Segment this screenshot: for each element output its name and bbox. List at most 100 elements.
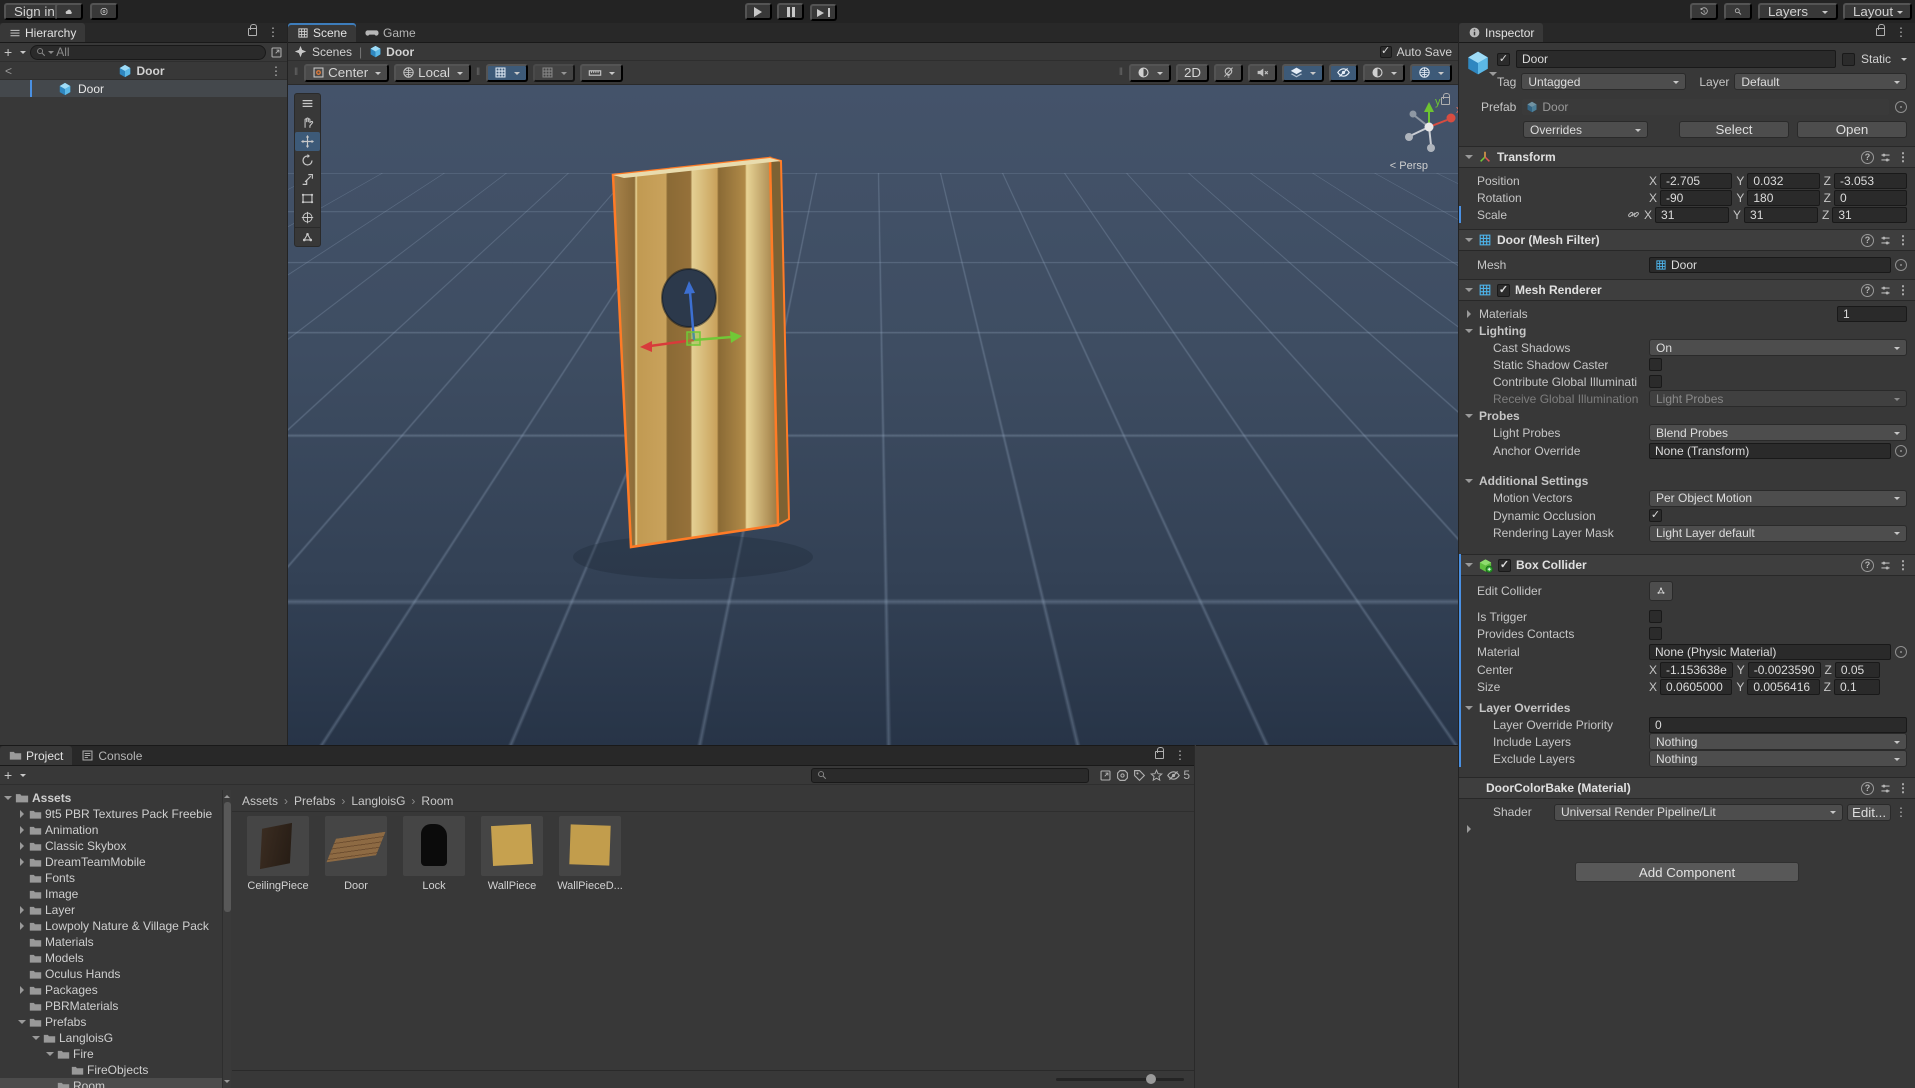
tag-dropdown[interactable]: Untagged bbox=[1521, 73, 1686, 90]
component-enabled-checkbox[interactable] bbox=[1497, 284, 1510, 297]
move-tool[interactable] bbox=[295, 132, 320, 151]
object-picker-icon[interactable] bbox=[1895, 259, 1907, 271]
dynamic-occlusion-checkbox[interactable] bbox=[1649, 509, 1662, 522]
object-picker-icon[interactable] bbox=[1895, 646, 1907, 658]
asset-wallpieced[interactable]: WallPieceD... bbox=[558, 816, 622, 892]
scale-tool[interactable] bbox=[295, 170, 320, 189]
link-scale-icon[interactable] bbox=[1627, 208, 1640, 221]
tree-item[interactable]: Lowpoly Nature & Village Pack bbox=[0, 918, 222, 934]
transform-header[interactable]: Transform ? bbox=[1459, 146, 1915, 168]
position-x-field[interactable]: -2.705 bbox=[1660, 173, 1732, 189]
tree-item-prefabs[interactable]: Prefabs bbox=[0, 1014, 222, 1030]
lock-icon[interactable] bbox=[1155, 751, 1164, 759]
materials-count-field[interactable]: 1 bbox=[1837, 306, 1907, 322]
size-y-field[interactable]: 0.0056416 bbox=[1747, 679, 1819, 695]
door-breadcrumb[interactable]: Door bbox=[386, 45, 414, 59]
help-icon[interactable]: ? bbox=[1861, 151, 1874, 164]
help-icon[interactable]: ? bbox=[1861, 559, 1874, 572]
breadcrumb-assets[interactable]: Assets bbox=[242, 794, 278, 808]
anchor-override-field[interactable]: None (Transform) bbox=[1649, 443, 1891, 459]
viewport-lock-icon[interactable] bbox=[1441, 97, 1450, 105]
toolbar-grab-handle[interactable]: ‖ bbox=[294, 67, 299, 78]
overrides-dropdown[interactable]: Overrides bbox=[1523, 121, 1648, 138]
object-picker-icon[interactable] bbox=[1895, 101, 1907, 113]
search-by-label-icon[interactable] bbox=[1133, 769, 1146, 782]
tree-scrollbar[interactable] bbox=[222, 790, 231, 1088]
rotate-tool[interactable] bbox=[295, 151, 320, 170]
chevron-down-icon[interactable] bbox=[20, 51, 26, 57]
motion-vectors-dropdown[interactable]: Per Object Motion bbox=[1649, 490, 1907, 507]
presets-icon[interactable] bbox=[1879, 151, 1892, 164]
hidden-packages-toggle[interactable]: 5 bbox=[1167, 768, 1190, 782]
size-x-field[interactable]: 0.0605000 bbox=[1660, 679, 1732, 695]
asset-door[interactable]: Door bbox=[324, 816, 388, 892]
open-button[interactable]: Open bbox=[1797, 121, 1907, 138]
box-collider-header[interactable]: Box Collider ? bbox=[1459, 554, 1915, 576]
add-component-button[interactable]: Add Component bbox=[1575, 862, 1799, 882]
toolbar-grab-handle[interactable]: ‖ bbox=[1119, 67, 1124, 78]
tab-console[interactable]: Console bbox=[72, 746, 151, 765]
tree-item-assets[interactable]: Assets bbox=[0, 790, 222, 806]
kebab-menu-icon[interactable] bbox=[1897, 150, 1909, 164]
foldout-open-icon[interactable] bbox=[1465, 155, 1473, 163]
toolbar-grab-handle[interactable]: ‖ bbox=[476, 67, 481, 78]
lock-icon[interactable] bbox=[248, 28, 257, 36]
snap-increment-dropdown[interactable] bbox=[580, 64, 623, 82]
orientation-dropdown[interactable]: Local bbox=[394, 64, 471, 82]
kebab-menu-icon[interactable] bbox=[1897, 781, 1909, 795]
lighting-foldout[interactable]: Lighting bbox=[1459, 322, 1915, 339]
step-button[interactable] bbox=[810, 4, 837, 21]
mesh-object-field[interactable]: Door bbox=[1649, 257, 1891, 273]
kebab-menu-icon[interactable] bbox=[1897, 558, 1909, 572]
slider-knob[interactable] bbox=[1146, 1074, 1156, 1084]
pivot-mode-dropdown[interactable]: Center bbox=[304, 64, 389, 82]
cast-shadows-dropdown[interactable]: On bbox=[1649, 339, 1907, 356]
asset-ceilingpiece[interactable]: CeilingPiece bbox=[246, 816, 310, 892]
tab-hierarchy[interactable]: Hierarchy bbox=[0, 23, 85, 42]
tab-game[interactable]: Game bbox=[356, 23, 425, 42]
size-z-field[interactable]: 0.1 bbox=[1834, 679, 1880, 695]
presets-icon[interactable] bbox=[1879, 559, 1892, 572]
kebab-menu-icon[interactable] bbox=[1174, 748, 1186, 762]
priority-field[interactable]: 0 bbox=[1649, 717, 1907, 733]
tree-item[interactable]: Classic Skybox bbox=[0, 838, 222, 854]
tab-inspector[interactable]: Inspector bbox=[1459, 23, 1543, 42]
probes-foldout[interactable]: Probes bbox=[1459, 407, 1915, 424]
effects-dropdown[interactable] bbox=[1282, 64, 1324, 82]
kebab-menu-icon[interactable] bbox=[1897, 233, 1909, 247]
breadcrumb-langloisg[interactable]: LangloisG bbox=[351, 794, 405, 808]
center-x-field[interactable]: -1.153638e bbox=[1660, 662, 1733, 678]
help-icon[interactable]: ? bbox=[1861, 234, 1874, 247]
materials-row[interactable]: Materials 1 bbox=[1459, 305, 1915, 322]
static-checkbox[interactable] bbox=[1842, 53, 1855, 66]
scene-lighting-toggle[interactable] bbox=[1214, 64, 1243, 82]
tree-item[interactable]: Animation bbox=[0, 822, 222, 838]
rect-tool[interactable] bbox=[295, 189, 320, 208]
chevron-down-icon[interactable] bbox=[1901, 58, 1907, 64]
help-icon[interactable]: ? bbox=[1861, 782, 1874, 795]
kebab-menu-icon[interactable] bbox=[1895, 25, 1907, 39]
transform-tool[interactable] bbox=[295, 208, 320, 227]
scrollbar-thumb[interactable] bbox=[224, 802, 231, 912]
tree-item[interactable]: DreamTeamMobile bbox=[0, 854, 222, 870]
asset-wallpiece[interactable]: WallPiece bbox=[480, 816, 544, 892]
contribute-gi-checkbox[interactable] bbox=[1649, 375, 1662, 388]
custom-editor-tool[interactable] bbox=[295, 227, 320, 246]
perspective-label[interactable]: < Persp bbox=[1390, 160, 1428, 172]
open-search-window-icon[interactable] bbox=[1099, 769, 1112, 782]
tree-item[interactable]: Fonts bbox=[0, 870, 222, 886]
tree-item-room[interactable]: Room bbox=[0, 1078, 222, 1088]
orientation-gizmo[interactable]: y x bbox=[1405, 96, 1458, 152]
rotation-y-field[interactable]: 180 bbox=[1747, 190, 1819, 206]
foldout-open-icon[interactable] bbox=[1465, 563, 1473, 571]
gizmos-dropdown[interactable] bbox=[1410, 64, 1452, 82]
hierarchy-search-input[interactable]: All bbox=[30, 45, 266, 60]
foldout-closed-icon[interactable] bbox=[1467, 825, 1475, 833]
tree-item[interactable]: PBRMaterials bbox=[0, 998, 222, 1014]
presets-icon[interactable] bbox=[1879, 284, 1892, 297]
kebab-menu-icon[interactable] bbox=[1897, 283, 1909, 297]
material-preview-foldout[interactable] bbox=[1459, 822, 1915, 836]
pause-button[interactable] bbox=[777, 3, 804, 20]
foldout-open-icon[interactable] bbox=[1465, 414, 1473, 422]
asset-lock[interactable]: Lock bbox=[402, 816, 466, 892]
